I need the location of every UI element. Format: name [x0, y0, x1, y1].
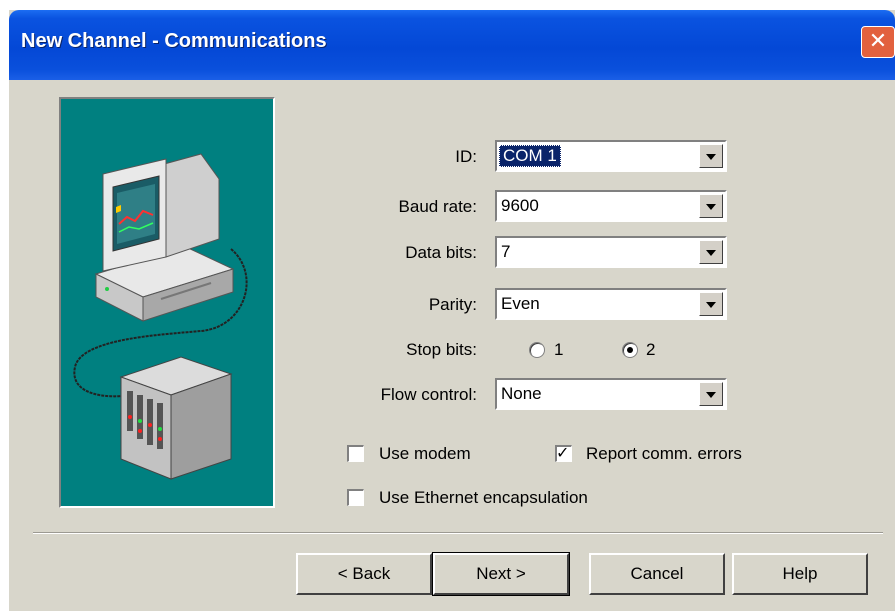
parity-value: Even	[501, 294, 540, 313]
ethernet-label[interactable]: Use Ethernet encapsulation	[379, 488, 588, 508]
report-errors-label[interactable]: Report comm. errors	[586, 444, 742, 464]
computer-plc-illustration	[73, 153, 248, 480]
stop-bits-option-1[interactable]: 1	[554, 340, 563, 360]
dropdown-arrow-icon[interactable]	[699, 292, 723, 316]
use-modem-checkbox[interactable]	[347, 445, 364, 462]
window-title: New Channel - Communications	[21, 30, 327, 52]
data-bits-value: 7	[501, 242, 511, 261]
flow-control-label: Flow control:	[380, 385, 477, 404]
back-button[interactable]: < Back	[296, 553, 432, 595]
stop-bits-option-2[interactable]: 2	[646, 340, 655, 360]
baud-rate-select[interactable]: 9600	[495, 190, 727, 222]
dropdown-arrow-icon[interactable]	[699, 240, 723, 264]
data-bits-select[interactable]: 7	[495, 236, 727, 268]
help-button[interactable]: Help	[732, 553, 868, 595]
flow-control-value: None	[501, 384, 542, 403]
parity-select[interactable]: Even	[495, 288, 727, 320]
stop-bits-radio-1[interactable]	[529, 342, 545, 358]
report-errors-checkbox[interactable]: ✓	[555, 443, 572, 462]
close-button[interactable]: ✕	[861, 26, 895, 58]
parity-label: Parity:	[428, 295, 477, 314]
id-value: COM 1	[499, 145, 561, 167]
baud-rate-value: 9600	[501, 196, 539, 215]
check-icon: ✓	[556, 443, 570, 462]
stop-bits-radio-2[interactable]	[622, 342, 638, 358]
title-bar[interactable]: New Channel - Communications ✕	[9, 10, 895, 80]
stop-bits-label: Stop bits:	[406, 340, 477, 359]
wizard-illustration	[59, 97, 275, 508]
cancel-button[interactable]: Cancel	[589, 553, 725, 595]
flow-control-select[interactable]: None	[495, 378, 727, 410]
use-modem-label[interactable]: Use modem	[379, 444, 471, 464]
id-select[interactable]: COM 1	[495, 140, 727, 172]
dropdown-arrow-icon[interactable]	[699, 194, 723, 218]
dialog-window: New Channel - Communications ✕ ID: COM 1…	[9, 10, 895, 611]
dropdown-arrow-icon[interactable]	[699, 144, 723, 168]
dropdown-arrow-icon[interactable]	[699, 382, 723, 406]
close-icon: ✕	[868, 29, 888, 54]
id-label: ID:	[455, 147, 477, 166]
separator	[33, 532, 883, 534]
ethernet-checkbox[interactable]	[347, 489, 364, 506]
baud-rate-label: Baud rate:	[398, 197, 477, 216]
next-button[interactable]: Next >	[432, 552, 570, 596]
data-bits-label: Data bits:	[405, 243, 477, 262]
